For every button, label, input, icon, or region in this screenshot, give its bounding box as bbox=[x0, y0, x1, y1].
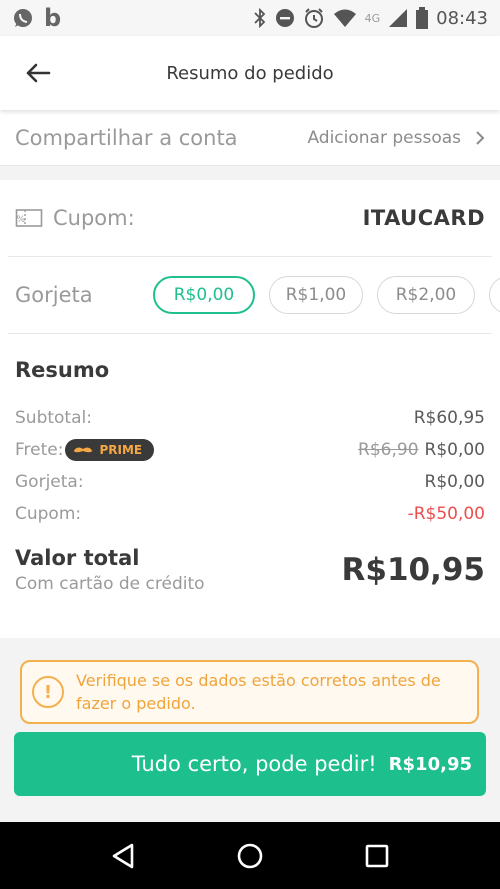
coupon-summary-label: Cupom: bbox=[15, 504, 82, 524]
summary-title: Resumo bbox=[15, 358, 110, 382]
delivery-value: R$0,00 bbox=[424, 440, 485, 460]
payment-method-text: Com cartão de crédito bbox=[15, 574, 205, 594]
wifi-icon bbox=[333, 8, 357, 28]
add-people-link[interactable]: Adicionar pessoas bbox=[307, 128, 485, 148]
tip-summary-label: Gorjeta: bbox=[15, 472, 84, 492]
order-summary: Resumo Subtotal: R$60,95 Frete: PRIME R$… bbox=[0, 334, 500, 594]
subtotal-line: Subtotal: R$60,95 bbox=[15, 402, 485, 434]
share-bill-row[interactable]: Compartilhar a conta Adicionar pessoas bbox=[0, 110, 500, 166]
nav-recents-button[interactable] bbox=[357, 836, 397, 876]
total-block: Valor total Com cartão de crédito R$10,9… bbox=[15, 546, 485, 594]
coupon-line: Cupom: -R$50,00 bbox=[15, 498, 485, 530]
chevron-right-icon bbox=[476, 130, 485, 145]
tip-label: Gorjeta bbox=[15, 283, 93, 307]
coupon-code: ITAUCARD bbox=[362, 206, 485, 230]
coupon-summary-value: -R$50,00 bbox=[407, 504, 485, 524]
warning-text: Verifique se os dados estão corretos ant… bbox=[76, 671, 441, 713]
delivery-label: Frete: bbox=[15, 440, 64, 460]
tip-summary-value: R$0,00 bbox=[424, 472, 485, 492]
status-bar: b 4G 08:43 bbox=[0, 0, 500, 36]
coupon-row[interactable]: % Cupom: ITAUCARD bbox=[0, 180, 500, 256]
total-value: R$10,95 bbox=[341, 552, 486, 588]
clock: 08:43 bbox=[436, 7, 488, 29]
page-title: Resumo do pedido bbox=[166, 62, 334, 84]
app-bar: Resumo do pedido bbox=[0, 36, 500, 110]
section-separator bbox=[0, 166, 500, 180]
mustache-icon bbox=[73, 447, 94, 453]
bluetooth-icon bbox=[253, 8, 267, 28]
tip-option-0[interactable]: R$0,00 bbox=[153, 276, 255, 314]
arrow-left-icon bbox=[26, 63, 51, 83]
whatsapp-icon bbox=[12, 7, 34, 29]
svg-text:%: % bbox=[17, 215, 26, 225]
tip-options: R$0,00 R$1,00 R$2,00 bbox=[153, 276, 500, 314]
back-button[interactable] bbox=[22, 58, 54, 88]
place-order-amount: R$10,95 bbox=[388, 753, 472, 775]
subtotal-label: Subtotal: bbox=[15, 408, 92, 428]
place-order-button[interactable]: Tudo certo, pode pedir! R$10,95 bbox=[14, 732, 486, 796]
nav-home-button[interactable] bbox=[230, 836, 270, 876]
prime-label: PRIME bbox=[99, 443, 143, 457]
network-type: 4G bbox=[364, 11, 381, 25]
tip-option-1[interactable]: R$1,00 bbox=[269, 276, 363, 314]
add-people-label: Adicionar pessoas bbox=[307, 127, 461, 148]
do-not-disturb-icon bbox=[275, 8, 295, 28]
alarm-icon bbox=[303, 7, 325, 29]
tip-option-2[interactable]: R$2,00 bbox=[377, 276, 475, 314]
prime-badge: PRIME bbox=[65, 439, 155, 461]
delivery-line: Frete: PRIME R$6,90 R$0,00 bbox=[15, 434, 485, 466]
tip-row: Gorjeta R$0,00 R$1,00 R$2,00 bbox=[0, 257, 500, 333]
place-order-label: Tudo certo, pode pedir! bbox=[131, 752, 377, 776]
battery-icon bbox=[416, 7, 429, 29]
share-bill-label: Compartilhar a conta bbox=[15, 125, 238, 150]
coupon-label: Cupom: bbox=[53, 206, 135, 230]
circle-home-icon bbox=[237, 843, 263, 868]
square-recents-icon bbox=[365, 844, 388, 867]
percent-ticket-icon: % bbox=[15, 209, 43, 227]
total-label: Valor total bbox=[15, 546, 140, 570]
nav-back-button[interactable] bbox=[103, 836, 143, 876]
alert-circle-icon: ! bbox=[32, 676, 64, 708]
b-app-icon: b bbox=[44, 4, 62, 32]
triangle-back-icon bbox=[113, 843, 134, 868]
verification-warning: ! Verifique se os dados estão corretos a… bbox=[20, 660, 479, 724]
subtotal-value: R$60,95 bbox=[413, 408, 485, 428]
signal-icon bbox=[388, 8, 408, 28]
delivery-old-price: R$6,90 bbox=[358, 440, 419, 460]
system-nav-bar bbox=[0, 822, 500, 889]
tip-option-more[interactable] bbox=[489, 276, 500, 314]
tip-line: Gorjeta: R$0,00 bbox=[15, 466, 485, 498]
